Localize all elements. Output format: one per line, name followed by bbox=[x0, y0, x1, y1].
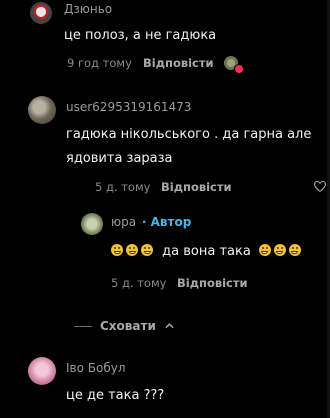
reply-button[interactable]: Відповісти bbox=[143, 56, 214, 70]
chevron-up-icon bbox=[165, 318, 174, 332]
comment-text: це де така ??? bbox=[66, 388, 165, 403]
avatar[interactable] bbox=[81, 213, 103, 235]
reply-button[interactable]: Відповісти bbox=[161, 180, 232, 194]
comment-author[interactable]: Іво Бобул bbox=[66, 361, 126, 375]
grin-emoji-icon bbox=[126, 244, 138, 256]
hide-label: Сховати bbox=[100, 319, 156, 333]
grin-emoji-icon bbox=[288, 244, 301, 256]
comment-text: це полоз, а не гадюка bbox=[64, 28, 217, 43]
divider-line bbox=[74, 326, 92, 327]
comment-text-line: ядовита зараза bbox=[66, 151, 173, 166]
comment-author[interactable]: user6295319161473 bbox=[66, 100, 191, 114]
comment-author[interactable]: Дзюньо bbox=[64, 2, 112, 16]
comment-time: 5 д. тому bbox=[95, 180, 151, 194]
reply-text: да вона така bbox=[162, 244, 251, 259]
reply-button[interactable]: Відповісти bbox=[177, 276, 248, 290]
grin-emoji-icon bbox=[111, 244, 123, 256]
grin-emoji-icon bbox=[273, 244, 286, 256]
author-tag: · Автор bbox=[141, 215, 192, 229]
reaction-badge bbox=[234, 64, 244, 74]
reply-author-row: юра · Автор bbox=[111, 215, 191, 229]
heart-outline-icon[interactable] bbox=[314, 181, 326, 192]
hide-replies-button[interactable]: Сховати bbox=[74, 318, 174, 333]
avatar[interactable] bbox=[28, 96, 56, 124]
grin-emoji-icon bbox=[141, 244, 153, 256]
reply-time: 5 д. тому bbox=[111, 276, 167, 290]
reply-text-row: да вона така bbox=[111, 241, 304, 263]
avatar[interactable] bbox=[28, 357, 56, 385]
reply-author[interactable]: юра bbox=[111, 215, 136, 229]
avatar[interactable] bbox=[30, 2, 52, 24]
grin-emoji-icon bbox=[258, 244, 271, 256]
comment-text-line: гадюка нікольського . да гарна але bbox=[66, 127, 312, 142]
comment-time: 9 год тому bbox=[67, 56, 132, 70]
